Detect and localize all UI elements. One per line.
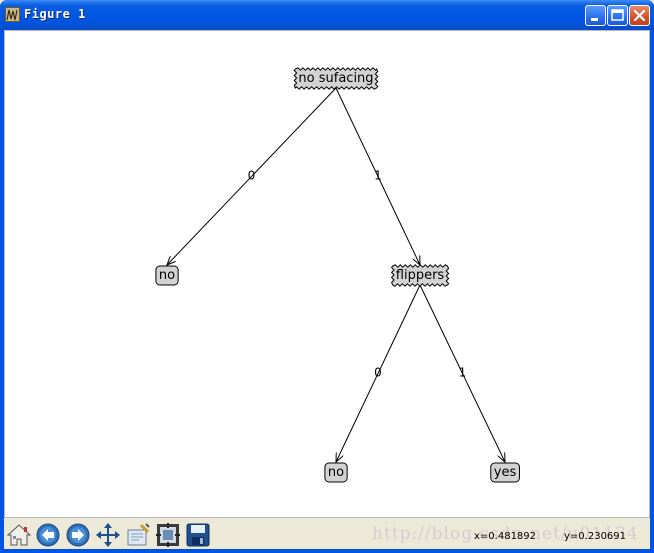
decision-tree-plot: 0 1 0 1 no sufacing no flippers no yes xyxy=(155,67,520,483)
maximize-icon xyxy=(611,9,624,21)
cursor-x-readout: x=0.481892 xyxy=(474,531,537,542)
save-icon[interactable] xyxy=(185,522,211,548)
back-arrow-icon[interactable] xyxy=(35,522,61,548)
title-bar[interactable]: Figure 1 xyxy=(0,0,654,30)
navigation-toolbar: http://blog.csdn.net/u01134 x=0.481892 y… xyxy=(4,518,650,553)
tree-edge-label: 1 xyxy=(374,169,382,183)
pan-icon[interactable] xyxy=(95,522,121,548)
decision-node: flippers xyxy=(390,264,450,287)
close-button[interactable] xyxy=(629,5,650,26)
minimize-icon xyxy=(591,18,598,21)
close-icon xyxy=(633,9,646,22)
tree-edge-label: 0 xyxy=(248,169,256,183)
leaf-node: no xyxy=(155,265,179,286)
cursor-y-readout: y=0.230691 xyxy=(564,531,627,542)
maximize-button[interactable] xyxy=(607,5,628,26)
leaf-node-label: no xyxy=(328,465,344,480)
leaf-node-label: no xyxy=(159,268,175,283)
figure-client-area: 0 1 0 1 no sufacing no flippers no yes xyxy=(4,30,650,518)
figure-window: Figure 1 0 1 0 1 no sufacing no flippers no yes xyxy=(0,0,654,553)
home-icon[interactable] xyxy=(6,522,32,548)
decision-node-label: flippers xyxy=(396,268,445,283)
decision-node-label: no sufacing xyxy=(298,71,373,86)
forward-arrow-icon[interactable] xyxy=(65,522,91,548)
window-title: Figure 1 xyxy=(24,7,86,21)
minimize-button[interactable] xyxy=(585,5,606,26)
decision-node: no sufacing xyxy=(293,67,379,90)
window-frame-bottom xyxy=(0,549,654,553)
leaf-node: no xyxy=(324,462,348,483)
subplots-icon[interactable] xyxy=(155,522,181,548)
tree-edge-label: 1 xyxy=(459,366,467,380)
zoom-rect-icon[interactable] xyxy=(125,522,151,548)
leaf-node: yes xyxy=(490,462,520,483)
leaf-node-label: yes xyxy=(494,465,517,480)
tree-edge-label: 0 xyxy=(374,366,382,380)
plot-canvas[interactable]: 0 1 0 1 no sufacing no flippers no yes xyxy=(4,30,650,518)
matplotlib-app-icon xyxy=(5,7,20,22)
